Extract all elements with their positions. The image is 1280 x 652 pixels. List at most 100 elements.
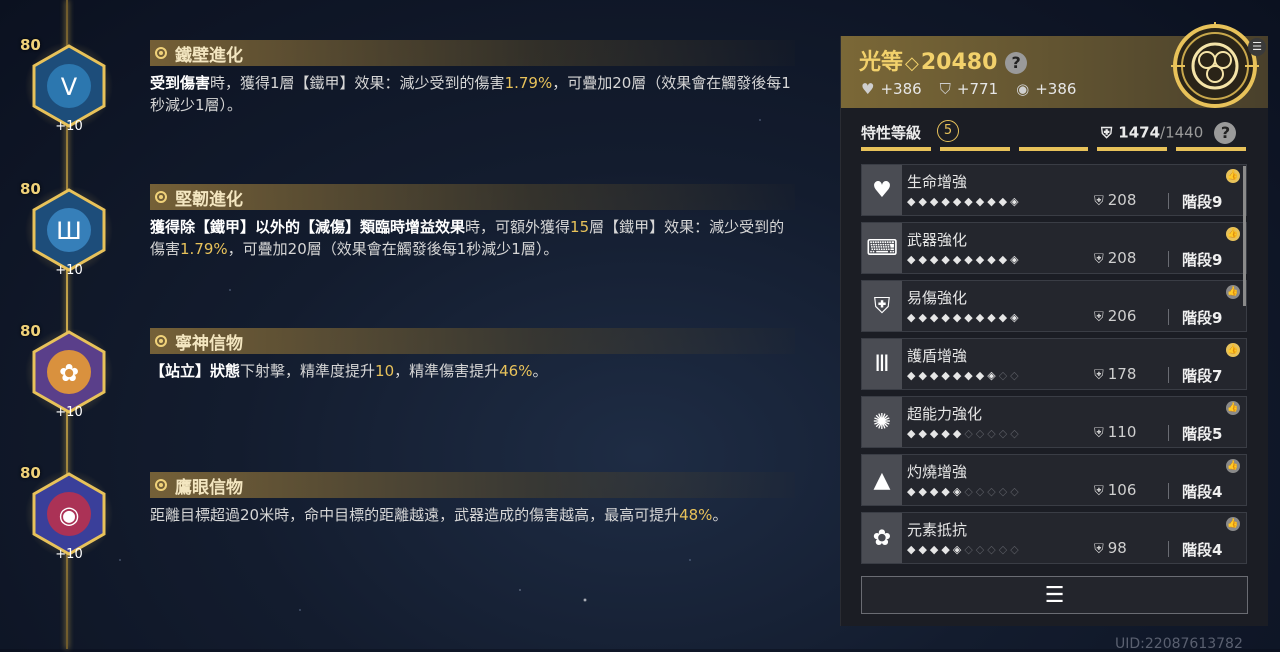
help-icon[interactable]: ? bbox=[1005, 52, 1028, 74]
trait-row[interactable]: ▲ 灼燒增強 ◆◆◆◆◈◇◇◇◇◇ ⛨ 106 階段4 👍 bbox=[861, 454, 1247, 506]
trait-progress-dots: ◆◆◆◆◆◇◇◇◇◇ bbox=[907, 427, 1022, 440]
power-level: 光等 ◇20480 ? bbox=[859, 44, 1028, 76]
thumbs-up-icon: 👍 bbox=[1226, 285, 1240, 299]
trait-row[interactable]: ⛨ 易傷強化 ◆◆◆◆◆◆◆◆◆◈ ⛨ 206 階段9 👍 bbox=[861, 280, 1247, 332]
perk-badge-2[interactable]: Ш 80 +10 bbox=[20, 180, 114, 284]
trait-name: 灼燒增強 bbox=[907, 463, 968, 481]
trait-points: ⛨ 106 bbox=[1094, 481, 1137, 499]
trait-progress-dots: ◆◆◆◆◆◆◆◈◇◇ bbox=[907, 369, 1022, 382]
perk-level: 80 bbox=[20, 464, 41, 482]
thumbs-up-icon: 👍 bbox=[1226, 401, 1240, 415]
perk-bonus: +10 bbox=[55, 263, 83, 278]
trait-points: ⛨ 206 bbox=[1094, 307, 1137, 325]
trait-icon: ⛨ bbox=[862, 281, 902, 331]
trait-row[interactable]: ♥ 生命增強 ◆◆◆◆◆◆◆◆◆◈ ⛨ 208 階段9 👍 bbox=[861, 164, 1247, 216]
trait-name: 超能力強化 bbox=[907, 405, 983, 423]
perk-description: 受到傷害時，獲得1層【鐵甲】效果：減少受到的傷害1.79%，可疊加20層（效果會… bbox=[150, 74, 791, 114]
trait-emblem-icon: ⛨ bbox=[1094, 310, 1104, 325]
menu-button[interactable]: ☰ bbox=[861, 576, 1248, 614]
perk-header: 鷹眼信物 bbox=[150, 472, 795, 498]
trait-level-progress bbox=[861, 147, 1246, 151]
list-menu-icon[interactable]: ☰ bbox=[1248, 38, 1266, 56]
trait-stage: 階段4 bbox=[1182, 483, 1223, 501]
perk-bonus: +10 bbox=[55, 119, 83, 134]
trait-icon: ♥ bbox=[862, 165, 902, 215]
svg-text:Ш: Ш bbox=[56, 217, 82, 245]
thumbs-up-icon: 👍 bbox=[1226, 517, 1240, 531]
power-header: 光等 ◇20480 ? ♥ +386 ⛉ +771 ◉ +386 ☰ bbox=[841, 22, 1268, 108]
perk-title: 堅韌進化 bbox=[175, 189, 243, 210]
trait-row[interactable]: ✺ 超能力強化 ◆◆◆◆◆◇◇◇◇◇ ⛨ 110 階段5 👍 bbox=[861, 396, 1247, 448]
divider bbox=[1168, 193, 1169, 209]
trait-emblem-icon: ⛨ bbox=[1094, 194, 1104, 209]
perk-badge-1[interactable]: V 80 +10 bbox=[20, 36, 114, 140]
trait-list: ♥ 生命增強 ◆◆◆◆◆◆◆◆◆◈ ⛨ 208 階段9 👍 ⌨ 武器強化 ◆◆◆◆◆◆◆◆◆◈ ⛨ 2… bbox=[861, 164, 1247, 570]
trait-name: 武器強化 bbox=[907, 231, 968, 249]
perk-title: 寧神信物 bbox=[175, 333, 243, 354]
trait-icon: Ⅲ bbox=[862, 339, 902, 389]
thumbs-up-icon: 👍 bbox=[1226, 227, 1240, 241]
heart-icon: ♥ bbox=[861, 80, 875, 98]
trait-list-scrollbar[interactable] bbox=[1243, 166, 1246, 306]
trait-points: ⛨ 208 bbox=[1094, 249, 1137, 267]
divider bbox=[1168, 541, 1169, 557]
trait-icon: ✿ bbox=[862, 513, 902, 563]
thumbs-up-icon: 👍 bbox=[1226, 169, 1240, 183]
perk-level: 80 bbox=[20, 322, 41, 340]
trait-help-icon[interactable]: ? bbox=[1214, 122, 1237, 144]
trait-points-emblem-icon: ⛨ bbox=[1101, 123, 1113, 142]
bullet-icon bbox=[155, 335, 167, 347]
perk-entry-2: 堅韌進化獲得除【鐵甲】以外的【減傷】類臨時增益效果時，可額外獲得15層【鐵甲】效… bbox=[150, 184, 795, 260]
bullet-icon bbox=[155, 47, 167, 59]
trait-name: 生命增強 bbox=[907, 173, 968, 191]
list-icon: ☰ bbox=[1044, 582, 1065, 608]
divider bbox=[1168, 251, 1169, 267]
svg-text:◉: ◉ bbox=[59, 501, 80, 529]
thumbs-up-icon: 👍 bbox=[1226, 459, 1240, 473]
trait-row[interactable]: Ⅲ 護盾增強 ◆◆◆◆◆◆◆◈◇◇ ⛨ 178 階段7 👍 bbox=[861, 338, 1247, 390]
perk-title: 鐵壁進化 bbox=[175, 45, 243, 66]
trait-name: 護盾增強 bbox=[907, 347, 968, 365]
trait-stage: 階段9 bbox=[1182, 309, 1223, 327]
trait-stage: 階段5 bbox=[1182, 425, 1223, 443]
trait-points: ⛨ 1474/1440 ? bbox=[1101, 122, 1237, 144]
perk-header: 堅韌進化 bbox=[150, 184, 795, 210]
stat-eye: ◉ +386 bbox=[1016, 80, 1077, 98]
trait-points: ⛨ 98 bbox=[1094, 539, 1127, 557]
trait-progress-dots: ◆◆◆◆◈◇◇◇◇◇ bbox=[907, 485, 1022, 498]
trait-emblem-icon: ⛨ bbox=[1094, 426, 1104, 441]
trait-emblem-icon: ⛨ bbox=[1094, 542, 1104, 557]
perk-level: 80 bbox=[20, 36, 41, 54]
trait-level-number: 5 bbox=[937, 120, 959, 142]
perk-description: 獲得除【鐵甲】以外的【減傷】類臨時增益效果時，可額外獲得15層【鐵甲】效果：減少… bbox=[150, 218, 785, 258]
divider bbox=[1168, 425, 1169, 441]
trait-points: ⛨ 178 bbox=[1094, 365, 1137, 383]
trait-row[interactable]: ⌨ 武器強化 ◆◆◆◆◆◆◆◆◆◈ ⛨ 208 階段9 👍 bbox=[861, 222, 1247, 274]
svg-text:V: V bbox=[61, 73, 78, 101]
trait-emblem-icon: ⛨ bbox=[1094, 252, 1104, 267]
trait-points: ⛨ 208 bbox=[1094, 191, 1137, 209]
divider bbox=[1168, 367, 1169, 383]
gold-emblem-icon[interactable] bbox=[1167, 18, 1263, 114]
perk-bonus: +10 bbox=[55, 547, 83, 562]
trait-level-label: 特性等級 bbox=[861, 124, 922, 142]
power-diamond-icon: ◇ bbox=[905, 53, 919, 74]
trait-name: 易傷強化 bbox=[907, 289, 968, 307]
divider bbox=[1168, 309, 1169, 325]
perk-bonus: +10 bbox=[55, 405, 83, 420]
perk-entry-1: 鐵壁進化受到傷害時，獲得1層【鐵甲】效果：減少受到的傷害1.79%，可疊加20層… bbox=[150, 40, 795, 116]
stat-shield: ⛉ +771 bbox=[939, 80, 999, 98]
perk-title: 鷹眼信物 bbox=[175, 477, 243, 498]
trait-progress-dots: ◆◆◆◆◆◆◆◆◆◈ bbox=[907, 195, 1022, 208]
trait-icon: ▲ bbox=[862, 455, 902, 505]
trait-stage: 階段4 bbox=[1182, 541, 1223, 559]
trait-level-header: 特性等級 5 ⛨ 1474/1440 ? bbox=[861, 120, 1251, 150]
power-value: 20480 bbox=[920, 50, 998, 75]
trait-row[interactable]: ✿ 元素抵抗 ◆◆◆◆◈◇◇◇◇◇ ⛨ 98 階段4 👍 bbox=[861, 512, 1247, 564]
perk-badge-4[interactable]: ◉ 80 +10 bbox=[20, 464, 114, 568]
perk-badge-3[interactable]: ✿ 80 +10 bbox=[20, 322, 114, 426]
shield-icon: ⛉ bbox=[939, 80, 951, 98]
perk-header: 鐵壁進化 bbox=[150, 40, 795, 66]
thumbs-up-icon: 👍 bbox=[1226, 343, 1240, 357]
perk-entry-3: 寧神信物 【站立】狀態下射擊，精準度提升10，精準傷害提升46%。 bbox=[150, 328, 795, 382]
